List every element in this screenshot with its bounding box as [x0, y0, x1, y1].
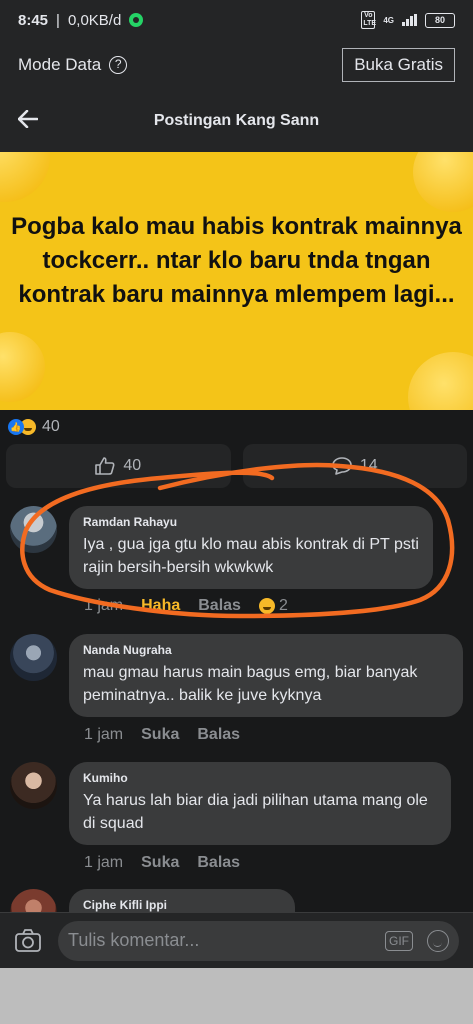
- comment-author[interactable]: Ciphe Kifli Ippi: [83, 898, 281, 912]
- status-speed: 0,0KB/d: [67, 11, 122, 29]
- comment-author[interactable]: Kumiho: [83, 771, 437, 785]
- reaction-summary[interactable]: 👍 40: [8, 418, 60, 436]
- like-button[interactable]: 40: [6, 444, 231, 488]
- reply-button[interactable]: Balas: [197, 854, 240, 872]
- like-button[interactable]: Suka: [141, 726, 179, 744]
- reply-button[interactable]: Balas: [198, 597, 241, 615]
- comment-reactions[interactable]: 2: [258, 597, 288, 615]
- status-sep: |: [56, 11, 60, 29]
- camera-icon[interactable]: [14, 927, 42, 955]
- post-header: Postingan Kang Sann: [0, 90, 473, 152]
- volte-badge: Vo LTE: [361, 11, 377, 29]
- haha-reaction-button[interactable]: Haha: [141, 597, 180, 615]
- comment-text: Ya harus lah biar dia jadi pilihan utama…: [83, 792, 428, 832]
- comment-time: 1 jam: [84, 597, 124, 614]
- comment-count: 14: [359, 457, 378, 474]
- comment-meta: 1 jam Haha Balas 2: [84, 597, 288, 615]
- post-text: Pogba kalo mau habis kontrak mainnya toc…: [11, 213, 462, 308]
- post-actions: 40 14: [6, 444, 467, 488]
- emoji-decoration-icon: [0, 332, 45, 402]
- free-mode-button[interactable]: Buka Gratis: [342, 48, 455, 82]
- comment-meta: 1 jam Suka Balas: [84, 854, 240, 872]
- avatar[interactable]: [10, 506, 57, 553]
- emoji-decoration-icon: [408, 352, 473, 410]
- emoji-icon[interactable]: [427, 929, 449, 952]
- comment-icon: [332, 457, 352, 475]
- thumbs-up-icon: [95, 457, 115, 475]
- comment-input[interactable]: [68, 930, 385, 951]
- arrow-left-icon[interactable]: [17, 107, 39, 135]
- comment-bubble[interactable]: Kumiho Ya harus lah biar dia jadi piliha…: [69, 762, 451, 845]
- battery-level: 80: [434, 14, 445, 25]
- avatar[interactable]: [10, 634, 57, 681]
- data-mode-label: Mode Data: [18, 55, 102, 74]
- comment-bubble[interactable]: Ramdan Rahayu Iya , gua jga gtu klo mau …: [69, 506, 433, 589]
- reply-button[interactable]: Balas: [197, 726, 240, 744]
- comment-text: Iya , gua jga gtu klo mau abis kontrak d…: [83, 536, 419, 576]
- question-icon[interactable]: ?: [109, 56, 128, 74]
- comment-reaction-count: 2: [278, 597, 288, 614]
- comment-composer: GIF: [0, 912, 473, 968]
- status-bar: 8:45 | 0,0KB/d Vo LTE 4G 80: [0, 0, 473, 40]
- whatsapp-icon: [129, 13, 144, 27]
- comment-text: mau gmau harus main bagus emg, biar bany…: [83, 664, 418, 704]
- app-screen: 8:45 | 0,0KB/d Vo LTE 4G 80 Mode Data ? …: [0, 0, 473, 968]
- comment-author[interactable]: Nanda Nugraha: [83, 643, 449, 657]
- gif-button[interactable]: GIF: [385, 930, 413, 951]
- comment-time: 1 jam: [84, 726, 124, 743]
- signal-icon: [402, 14, 417, 26]
- comment-time: 1 jam: [84, 854, 124, 871]
- status-time: 8:45: [18, 11, 49, 29]
- page-title: Postingan Kang Sann: [153, 112, 320, 129]
- haha-icon: [258, 598, 275, 614]
- avatar[interactable]: [10, 762, 57, 809]
- comment-input-box[interactable]: GIF: [58, 920, 459, 961]
- like-count: 40: [123, 457, 142, 474]
- like-button[interactable]: Suka: [141, 854, 179, 872]
- battery-icon: 80: [425, 12, 455, 28]
- emoji-decoration-icon: [0, 152, 50, 202]
- emoji-decoration-icon: [413, 152, 473, 212]
- like-icon: 👍: [8, 419, 24, 435]
- reaction-count: 40: [42, 418, 60, 435]
- data-mode-bar: Mode Data ? Buka Gratis: [0, 40, 473, 90]
- network-label: 4G: [383, 15, 394, 25]
- comment-meta: 1 jam Suka Balas: [84, 726, 240, 744]
- comment-bubble[interactable]: Nanda Nugraha mau gmau harus main bagus …: [69, 634, 463, 717]
- post-image[interactable]: Pogba kalo mau habis kontrak mainnya toc…: [0, 152, 473, 410]
- comment-author[interactable]: Ramdan Rahayu: [83, 515, 419, 529]
- comment-button[interactable]: 14: [242, 444, 467, 488]
